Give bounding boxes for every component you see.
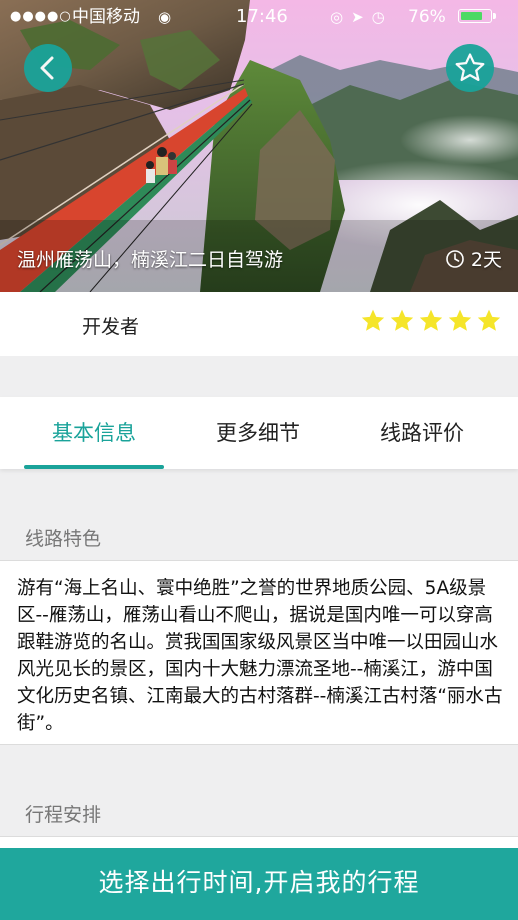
tab-route-reviews[interactable]: 线路评价 — [352, 397, 492, 469]
tab-basic-info[interactable]: 基本信息 — [24, 397, 164, 469]
tab-more-details[interactable]: 更多细节 — [188, 397, 328, 469]
battery-tip — [493, 13, 496, 19]
features-card: 游有“海上名山、寰中绝胜”之誉的世界地质公园、5A级景区--雁荡山，雁荡山看山不… — [0, 560, 518, 745]
schedule-section-title: 行程安排 — [25, 804, 102, 826]
route-title: 温州雁荡山，楠溪江二日自驾游 — [17, 249, 284, 271]
star-outline-icon — [455, 53, 485, 82]
active-tab-indicator — [24, 465, 164, 469]
rating-stars — [360, 308, 502, 334]
battery-percent: 76% — [408, 7, 446, 27]
features-text: 游有“海上名山、寰中绝胜”之誉的世界地质公园、5A级景区--雁荡山，雁荡山看山不… — [17, 578, 503, 734]
tab-bar: 基本信息 更多细节 线路评价 — [0, 397, 518, 469]
carrier-name: 中国移动 — [72, 7, 140, 27]
battery-icon — [458, 9, 492, 23]
star-icon — [361, 309, 385, 331]
start-trip-button[interactable]: 选择出行时间,开启我的行程 — [0, 848, 518, 920]
chevron-left-icon — [40, 56, 54, 80]
status-bar: ●●●●○ 中国移动 ◉ 17:46 ◎➤◷ 76% — [0, 0, 518, 34]
favorite-button[interactable] — [446, 44, 494, 92]
developer-row: 开发者 — [0, 292, 518, 356]
hero-banner: ●●●●○ 中国移动 ◉ 17:46 ◎➤◷ 76% 温州雁荡山，楠溪江二日自驾… — [0, 0, 518, 292]
star-icon — [419, 309, 443, 331]
wifi-icon: ◉ — [158, 8, 172, 26]
signal-strength-icon: ●●●●○ — [10, 9, 72, 24]
route-duration: 2天 — [445, 245, 502, 272]
back-button[interactable] — [24, 44, 72, 92]
clock-icon — [446, 249, 464, 268]
developer-label: 开发者 — [82, 316, 140, 338]
clock: 17:46 — [236, 6, 288, 27]
features-section-title: 线路特色 — [25, 528, 102, 550]
star-icon — [448, 309, 472, 331]
duration-text: 2天 — [470, 249, 502, 271]
star-icon — [477, 309, 501, 331]
star-icon — [390, 309, 414, 331]
location-alarm-icons: ◎➤◷ — [330, 8, 393, 26]
